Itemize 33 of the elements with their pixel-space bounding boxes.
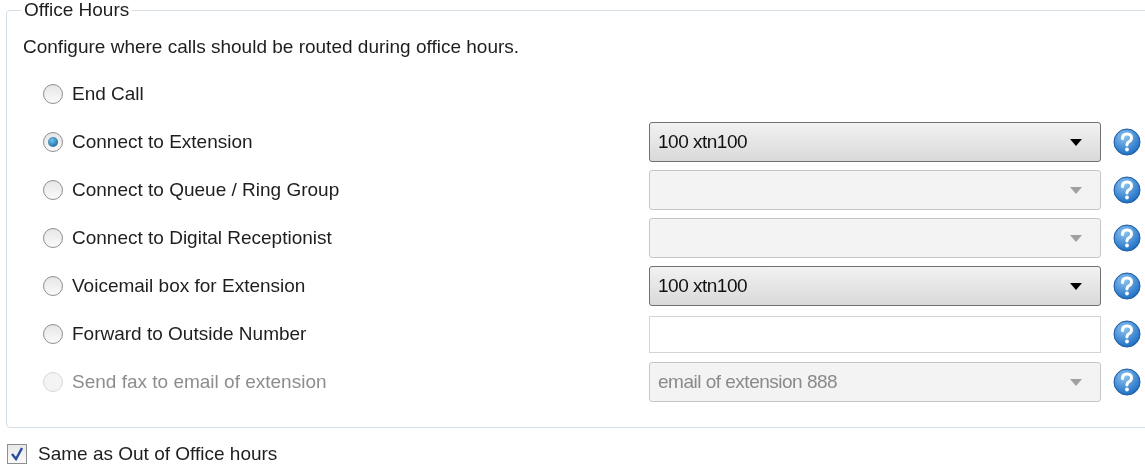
help-icon[interactable] (1113, 320, 1141, 348)
option-label[interactable]: Connect to Digital Receptionist (72, 223, 649, 253)
radio-button[interactable] (43, 324, 63, 344)
dropdown[interactable]: 100 xtn100 (649, 266, 1101, 306)
help-icon[interactable] (1113, 176, 1141, 204)
dropdown-value: email of extension 888 (658, 369, 839, 394)
checkbox[interactable] (7, 444, 27, 465)
caret-icon (1070, 378, 1082, 386)
caret-icon (1070, 138, 1082, 146)
caret-icon (1070, 186, 1082, 194)
dropdown-value: 100 xtn100 (658, 273, 749, 298)
description: Configure where calls should be routed during office hours. (23, 35, 521, 59)
radio-button[interactable] (43, 84, 63, 104)
checkbox-label[interactable]: Same as Out of Office hours (38, 440, 278, 469)
input-field[interactable] (649, 315, 1101, 353)
option-label[interactable]: Connect to Queue / Ring Group (72, 175, 649, 205)
radio-button[interactable] (43, 228, 63, 248)
help-icon[interactable] (1113, 224, 1141, 252)
radio-button[interactable] (43, 132, 63, 152)
option-label[interactable]: End Call (72, 79, 649, 109)
option-label[interactable]: Voicemail box for Extension (72, 271, 649, 301)
caret-icon (1070, 282, 1082, 290)
radio-button[interactable] (43, 276, 63, 296)
caret-icon (1070, 234, 1082, 242)
option-label[interactable]: Connect to Extension (72, 127, 649, 157)
dropdown[interactable]: 100 xtn100 (649, 122, 1101, 162)
option-label[interactable]: Forward to Outside Number (72, 319, 649, 349)
checkmark-icon (10, 447, 24, 462)
radio-button[interactable] (43, 180, 63, 200)
dropdown-value: 100 xtn100 (658, 129, 749, 154)
help-icon[interactable] (1113, 368, 1141, 396)
help-icon[interactable] (1113, 128, 1141, 156)
help-icon[interactable] (1113, 272, 1141, 300)
